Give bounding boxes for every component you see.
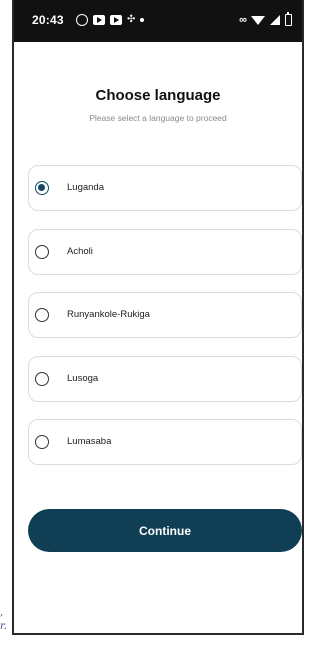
wifi-icon bbox=[251, 15, 265, 25]
settings-icon: ✣ bbox=[127, 14, 136, 25]
signal-icon bbox=[270, 15, 280, 25]
page-title: Choose language bbox=[95, 87, 221, 104]
language-option-lusoga[interactable]: Lusoga bbox=[28, 356, 302, 402]
language-label: Lumasaba bbox=[67, 436, 112, 447]
youtube-icon bbox=[93, 15, 105, 25]
whatsapp-icon bbox=[76, 14, 88, 26]
continue-button[interactable]: Continue bbox=[28, 509, 302, 552]
battery-icon bbox=[285, 12, 292, 26]
language-label: Runyankole-Rukiga bbox=[67, 309, 150, 320]
radio-unselected-icon[interactable] bbox=[35, 308, 49, 322]
language-label: Acholi bbox=[67, 246, 93, 257]
page-subtitle: Please select a language to proceed bbox=[89, 113, 227, 123]
notification-icons: ✣ bbox=[76, 12, 145, 28]
radio-unselected-icon[interactable] bbox=[35, 435, 49, 449]
language-label: Lusoga bbox=[67, 373, 99, 384]
language-label: Luganda bbox=[67, 182, 104, 193]
language-option-runyankole-rukiga[interactable]: Runyankole-Rukiga bbox=[28, 292, 302, 338]
youtube-icon bbox=[110, 15, 122, 25]
margin-mark: r. bbox=[0, 621, 7, 632]
margin-mark: , bbox=[0, 607, 4, 618]
system-icons: ∞ bbox=[239, 12, 292, 28]
frame-edge-bottom bbox=[12, 633, 304, 635]
status-time: 20:43 bbox=[32, 13, 64, 27]
radio-selected-icon[interactable] bbox=[35, 181, 49, 195]
language-option-acholi[interactable]: Acholi bbox=[28, 229, 302, 275]
app-screen: 20:43 ✣ ∞ Choose language Please select … bbox=[0, 0, 307, 662]
more-notifications-dot-icon bbox=[140, 18, 145, 22]
language-option-luganda[interactable]: Luganda bbox=[28, 165, 302, 211]
status-bar: 20:43 ✣ ∞ bbox=[14, 0, 302, 42]
margin-marks: , r. bbox=[0, 606, 7, 634]
link-icon: ∞ bbox=[239, 14, 247, 26]
radio-unselected-icon[interactable] bbox=[35, 372, 49, 386]
radio-unselected-icon[interactable] bbox=[35, 245, 49, 259]
language-option-lumasaba[interactable]: Lumasaba bbox=[28, 419, 302, 465]
frame-edge-right bbox=[302, 0, 304, 635]
